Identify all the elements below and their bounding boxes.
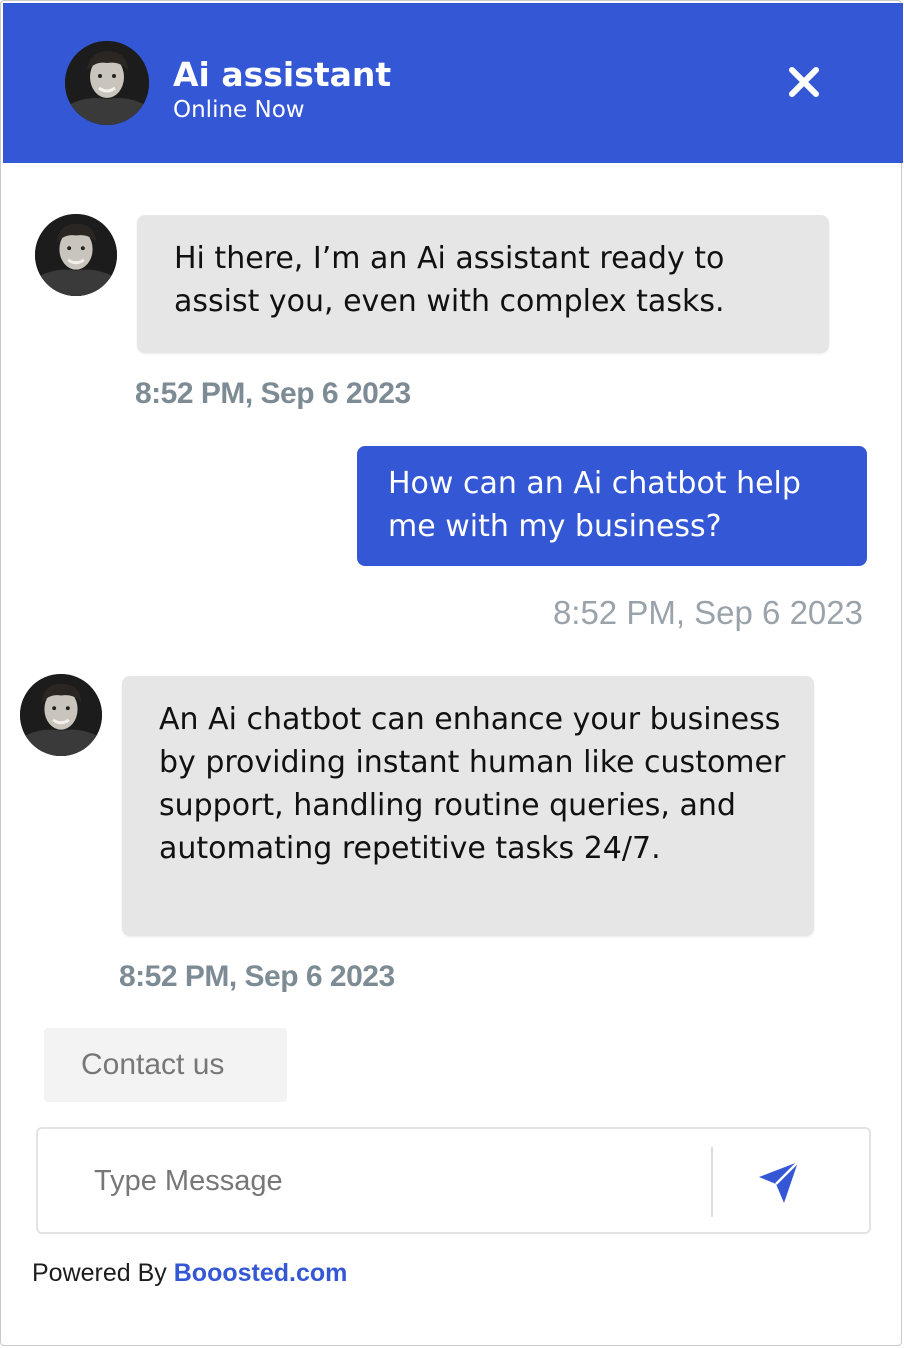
chat-header: Ai assistant Online Now xyxy=(3,3,903,163)
chat-widget: Ai assistant Online Now Hi there, I’m an… xyxy=(0,0,903,1346)
send-button[interactable] xyxy=(752,1155,806,1209)
online-status: Online Now xyxy=(173,97,305,123)
composer-divider xyxy=(711,1147,713,1217)
send-icon xyxy=(759,1161,799,1203)
message-timestamp: 8:52 PM, Sep 6 2023 xyxy=(135,377,411,410)
bot-message-bubble: Hi there, I’m an Ai assistant ready to a… xyxy=(137,215,829,353)
bot-avatar xyxy=(20,674,102,756)
message-composer xyxy=(36,1127,871,1234)
contact-us-button[interactable]: Contact us xyxy=(44,1028,287,1102)
user-message-bubble: How can an Ai chatbot help me with my bu… xyxy=(357,446,867,566)
message-input[interactable] xyxy=(78,1149,698,1213)
bot-message-bubble: An Ai chatbot can enhance your business … xyxy=(122,676,814,936)
powered-by-label: Powered By xyxy=(32,1259,167,1287)
brand-link[interactable]: Booosted.com xyxy=(174,1259,348,1287)
bot-avatar xyxy=(35,214,117,296)
close-button[interactable] xyxy=(781,59,827,105)
message-timestamp: 8:52 PM, Sep 6 2023 xyxy=(119,960,395,993)
powered-by: Powered By Booosted.com xyxy=(32,1259,347,1288)
assistant-name: Ai assistant xyxy=(173,55,392,94)
close-icon xyxy=(789,67,819,97)
avatar xyxy=(65,41,149,125)
message-timestamp: 8:52 PM, Sep 6 2023 xyxy=(552,594,863,631)
